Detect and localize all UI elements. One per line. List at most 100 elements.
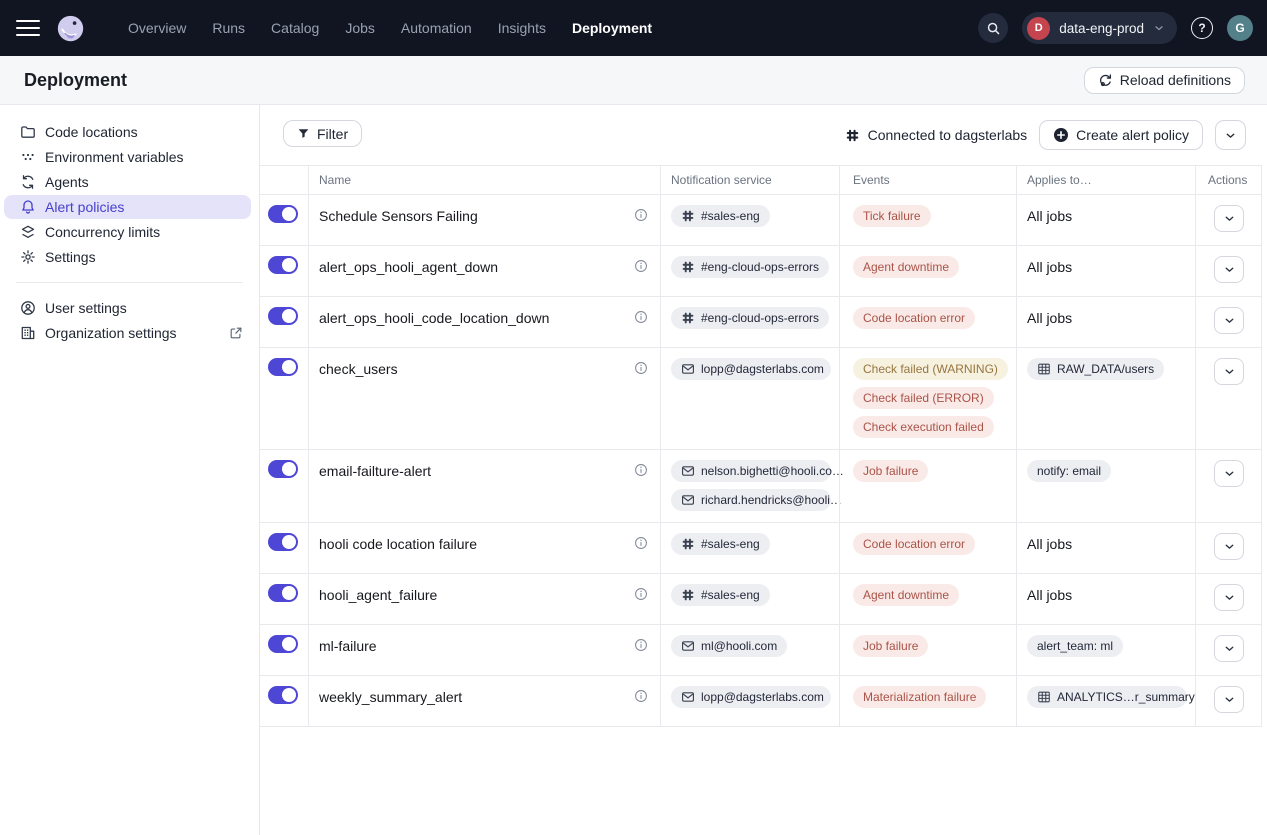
sidebar-item-agents[interactable]: Agents [4, 170, 251, 194]
row-actions-menu-button[interactable] [1214, 256, 1244, 283]
policy-enabled-toggle[interactable] [268, 533, 298, 551]
table-header-row: Name Notification service Events Applies… [260, 165, 1262, 195]
event-badge: Agent downtime [853, 256, 959, 278]
nav-item-overview[interactable]: Overview [115, 20, 199, 36]
sidebar-item-label: Code locations [45, 124, 138, 140]
row-actions-menu-button[interactable] [1214, 307, 1244, 334]
nav-item-catalog[interactable]: Catalog [258, 20, 332, 36]
info-icon[interactable] [634, 638, 648, 652]
policy-name-cell: hooli_agent_failure [308, 574, 660, 624]
hamburger-menu-icon[interactable] [16, 20, 40, 36]
table-row: Schedule Sensors Failing#sales-engTick f… [260, 195, 1262, 246]
page-header: Deployment Reload definitions [0, 56, 1267, 105]
applies-to-text: All jobs [1027, 587, 1072, 603]
deployment-switcher[interactable]: D data-eng-prod [1022, 12, 1177, 44]
notification-badge: lopp@dagsterlabs.com [671, 686, 831, 708]
user-avatar[interactable]: G [1227, 15, 1253, 41]
notification-service-cell: #sales-eng [660, 523, 839, 573]
sidebar-item-label: Settings [45, 249, 96, 265]
policy-enabled-toggle[interactable] [268, 460, 298, 478]
applies-to-cell: notify: email [1016, 450, 1195, 522]
row-actions-menu-button[interactable] [1214, 205, 1244, 232]
info-icon[interactable] [634, 587, 648, 601]
event-badge: Check failed (WARNING) [853, 358, 1008, 380]
create-alert-policy-menu-button[interactable] [1215, 120, 1246, 150]
policy-enabled-toggle[interactable] [268, 256, 298, 274]
info-icon[interactable] [634, 689, 648, 703]
policy-name: email-failture-alert [319, 463, 431, 479]
info-icon[interactable] [634, 208, 648, 222]
info-icon[interactable] [634, 310, 648, 324]
row-actions-menu-button[interactable] [1214, 460, 1244, 487]
policy-enabled-toggle[interactable] [268, 686, 298, 704]
info-icon[interactable] [634, 259, 648, 273]
nav-item-deployment[interactable]: Deployment [559, 20, 665, 36]
policy-enabled-toggle[interactable] [268, 635, 298, 653]
chevron-down-icon [1223, 540, 1236, 553]
column-header-events: Events [839, 166, 1016, 194]
column-header-name: Name [308, 166, 660, 194]
row-actions-menu-button[interactable] [1214, 686, 1244, 713]
sidebar-item-settings[interactable]: Settings [4, 245, 251, 269]
policy-name-cell: weekly_summary_alert [308, 676, 660, 726]
notification-label: #sales-eng [701, 209, 760, 223]
filter-button-label: Filter [317, 126, 348, 142]
reload-definitions-button[interactable]: Reload definitions [1084, 67, 1245, 94]
notification-label: #sales-eng [701, 588, 760, 602]
info-icon[interactable] [634, 536, 648, 550]
event-badge: Agent downtime [853, 584, 959, 606]
nav-item-insights[interactable]: Insights [485, 20, 559, 36]
sidebar-divider [16, 282, 243, 283]
search-button[interactable] [978, 13, 1008, 43]
sidebar-item-user-settings[interactable]: User settings [4, 296, 251, 320]
applies-to-label: ANALYTICS…r_summary [1057, 690, 1195, 704]
nav-item-automation[interactable]: Automation [388, 20, 485, 36]
table-row: weekly_summary_alert lopp@dagsterlabs.com… [260, 676, 1262, 727]
sidebar-item-label: Agents [45, 174, 89, 190]
nav-item-runs[interactable]: Runs [199, 20, 258, 36]
info-icon[interactable] [634, 463, 648, 477]
create-alert-policy-button[interactable]: Create alert policy [1039, 120, 1203, 150]
actions-cell [1195, 676, 1262, 726]
sidebar-item-organization-settings[interactable]: Organization settings [4, 321, 251, 345]
events-cell: Check failed (WARNING)Check failed (ERRO… [839, 348, 1016, 449]
row-actions-menu-button[interactable] [1214, 584, 1244, 611]
policy-name: hooli_agent_failure [319, 587, 437, 603]
email-icon [681, 362, 695, 376]
policy-enabled-toggle[interactable] [268, 307, 298, 325]
sidebar-item-concurrency-limits[interactable]: Concurrency limits [4, 220, 251, 244]
slack-icon [681, 260, 695, 274]
policy-toggle-cell [260, 523, 308, 573]
dagster-logo-icon[interactable] [56, 14, 85, 43]
notification-badge: #sales-eng [671, 533, 770, 555]
sidebar-item-label: Alert policies [45, 199, 124, 215]
policy-enabled-toggle[interactable] [268, 358, 298, 376]
row-actions-menu-button[interactable] [1214, 635, 1244, 662]
applies-to-text: All jobs [1027, 310, 1072, 326]
help-icon[interactable]: ? [1191, 17, 1213, 39]
events-cell: Agent downtime [839, 574, 1016, 624]
sidebar-item-label: Organization settings [45, 325, 177, 341]
policy-name: alert_ops_hooli_code_location_down [319, 310, 549, 326]
sidebar-item-code-locations[interactable]: Code locations [4, 120, 251, 144]
main-content: Filter Connected to dagsterlabs Create a… [260, 105, 1267, 835]
event-badge: Job failure [853, 635, 928, 657]
policy-toggle-cell [260, 195, 308, 245]
filter-button[interactable]: Filter [283, 120, 362, 147]
row-actions-menu-button[interactable] [1214, 533, 1244, 560]
events-cell: Job failure [839, 450, 1016, 522]
policy-enabled-toggle[interactable] [268, 205, 298, 223]
chevron-down-icon [1223, 365, 1236, 378]
info-icon[interactable] [634, 361, 648, 375]
toolbar: Filter Connected to dagsterlabs Create a… [260, 105, 1267, 165]
notification-label: lopp@dagsterlabs.com [701, 690, 824, 704]
sidebar-item-environment-variables[interactable]: Environment variables [4, 145, 251, 169]
applies-to-label: RAW_DATA/users [1057, 362, 1154, 376]
sidebar-item-alert-policies[interactable]: Alert policies [4, 195, 251, 219]
reload-definitions-label: Reload definitions [1120, 72, 1231, 88]
notification-service-cell: lopp@dagsterlabs.com [660, 676, 839, 726]
row-actions-menu-button[interactable] [1214, 358, 1244, 385]
policy-enabled-toggle[interactable] [268, 584, 298, 602]
nav-item-jobs[interactable]: Jobs [332, 20, 388, 36]
actions-cell [1195, 246, 1262, 296]
